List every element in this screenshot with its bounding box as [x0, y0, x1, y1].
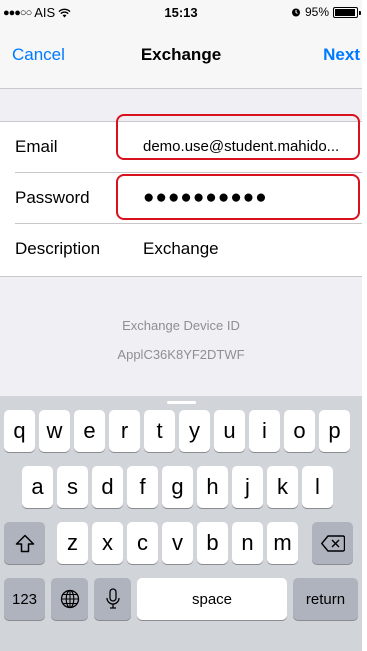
description-field[interactable]: Exchange	[143, 239, 219, 259]
key-t[interactable]: t	[144, 410, 175, 452]
key-q[interactable]: q	[4, 410, 35, 452]
key-g[interactable]: g	[162, 466, 193, 508]
key-h[interactable]: h	[197, 466, 228, 508]
key-b[interactable]: b	[197, 522, 228, 564]
keyboard-grabber	[167, 401, 196, 404]
return-key[interactable]: return	[293, 578, 358, 620]
key-p[interactable]: p	[319, 410, 350, 452]
numbers-key[interactable]: 123	[4, 578, 45, 620]
key-s[interactable]: s	[57, 466, 88, 508]
key-x[interactable]: x	[92, 522, 123, 564]
key-r[interactable]: r	[109, 410, 140, 452]
key-a[interactable]: a	[22, 466, 53, 508]
battery-icon	[333, 6, 361, 18]
device-id-value: ApplC36K8YF2DTWF	[117, 347, 245, 362]
key-v[interactable]: v	[162, 522, 193, 564]
key-k[interactable]: k	[267, 466, 298, 508]
key-f[interactable]: f	[127, 466, 158, 508]
key-m[interactable]: m	[267, 522, 298, 564]
shift-icon	[15, 534, 34, 552]
key-e[interactable]: e	[74, 410, 105, 452]
key-c[interactable]: c	[127, 522, 158, 564]
globe-icon	[60, 589, 79, 609]
key-u[interactable]: u	[214, 410, 245, 452]
password-highlight-box	[116, 174, 360, 220]
key-j[interactable]: j	[232, 466, 263, 508]
battery-percent: 95%	[304, 5, 329, 19]
phone-screen: ●●●○○ AIS 15:13 95% Cancel Exchange Next	[0, 0, 362, 651]
key-d[interactable]: d	[92, 466, 123, 508]
email-highlight-box	[116, 114, 360, 160]
key-w[interactable]: w	[39, 410, 70, 452]
next-button[interactable]: Next	[323, 45, 360, 65]
cancel-button[interactable]: Cancel	[12, 45, 65, 65]
device-id-label: Exchange Device ID	[122, 318, 240, 333]
globe-key[interactable]	[51, 578, 88, 620]
key-l[interactable]: l	[302, 466, 333, 508]
password-label: Password	[15, 188, 90, 207]
dictation-key[interactable]	[94, 578, 131, 620]
key-z[interactable]: z	[57, 522, 88, 564]
microphone-icon	[105, 588, 120, 609]
keyboard: q w e r t y u i o p a s d f g h j k l z …	[0, 396, 362, 651]
shift-key[interactable]	[4, 522, 45, 564]
delete-key[interactable]	[312, 522, 353, 564]
email-label: Email	[15, 137, 58, 156]
description-label: Description	[15, 239, 101, 258]
battery-group: 95%	[291, 5, 361, 19]
key-o[interactable]: o	[284, 410, 315, 452]
backspace-icon	[320, 534, 345, 552]
description-row[interactable]: Description Exchange	[0, 224, 362, 275]
alarm-icon	[291, 8, 300, 17]
status-bar: ●●●○○ AIS 15:13 95%	[0, 0, 362, 24]
key-n[interactable]: n	[232, 522, 263, 564]
navigation-bar: Cancel Exchange Next	[0, 24, 362, 89]
key-i[interactable]: i	[249, 410, 280, 452]
space-key[interactable]: space	[137, 578, 287, 620]
key-y[interactable]: y	[179, 410, 210, 452]
